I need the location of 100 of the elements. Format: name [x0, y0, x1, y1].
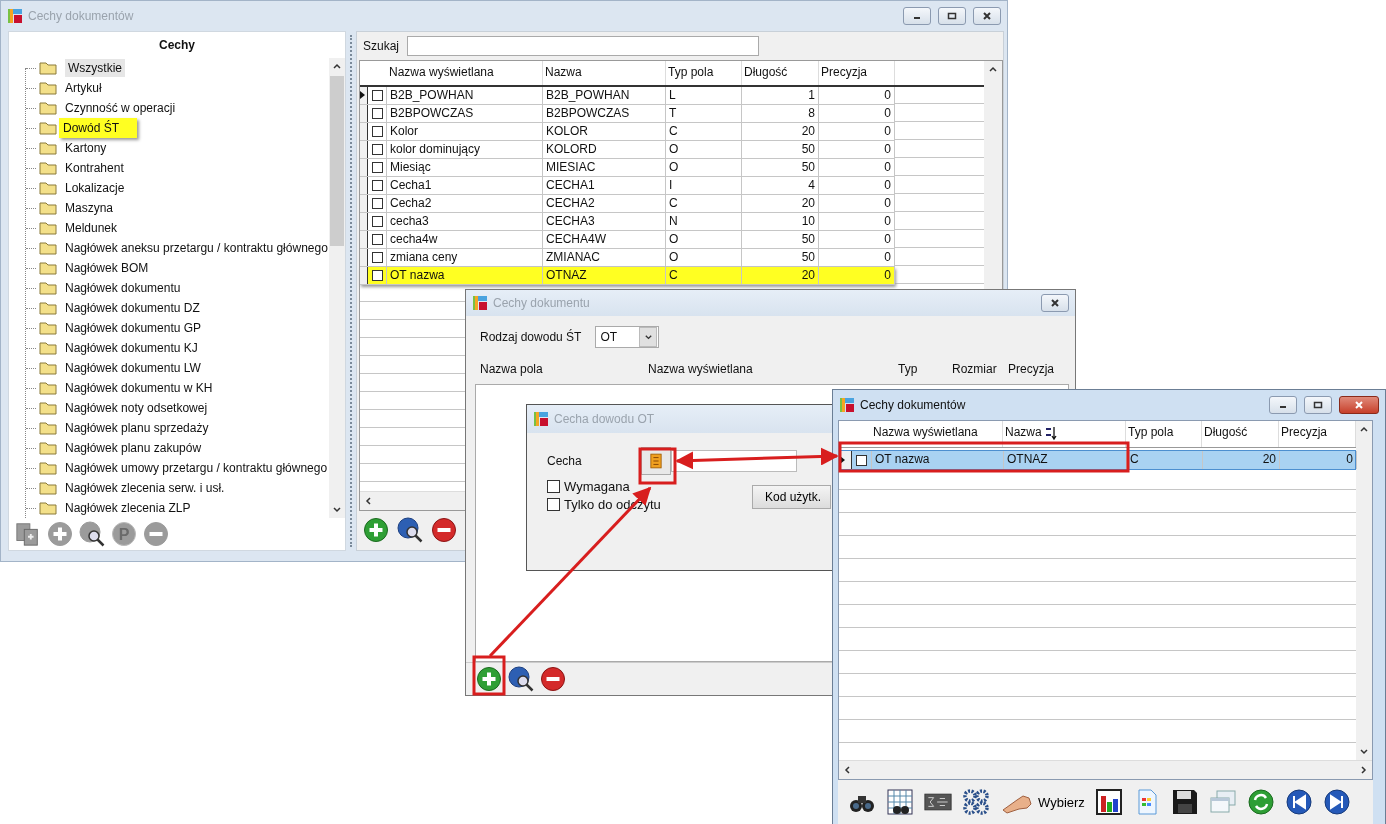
add-icon[interactable]: [363, 517, 389, 544]
folder-icon: [39, 101, 57, 115]
minimize-button[interactable]: [903, 7, 931, 25]
table-cell: 0: [819, 266, 895, 284]
table-cell: KOLOR: [543, 122, 666, 140]
tree-item[interactable]: Nagłówek planu sprzedaży: [62, 419, 212, 437]
column-header[interactable]: Długość: [742, 60, 819, 85]
maximize-button[interactable]: [938, 7, 966, 25]
bar-chart-icon[interactable]: [1094, 788, 1123, 816]
tree-item[interactable]: Nagłówek noty odsetkowej: [62, 399, 211, 417]
dropdown-caret-icon: [643, 332, 653, 342]
tree-item[interactable]: Meldunek: [62, 219, 121, 237]
checkbox[interactable]: [371, 215, 383, 227]
delete-icon[interactable]: [431, 517, 457, 544]
tree-item[interactable]: Nagłówek aneksu przetargu / kontraktu głównego: [62, 239, 329, 257]
app-icon: [533, 411, 549, 427]
column-header[interactable]: Nazwa wyświetlana: [871, 421, 1003, 447]
maximize-button[interactable]: [1304, 396, 1332, 414]
delete-icon[interactable]: [540, 666, 566, 692]
row-header[interactable]: [360, 194, 368, 212]
column-header[interactable]: Typ pola: [666, 60, 742, 85]
column-header[interactable]: Długość: [1202, 421, 1279, 447]
checkbox[interactable]: [371, 107, 383, 119]
close-button[interactable]: [973, 7, 1001, 25]
tree-item[interactable]: Nagłówek dokumentu KJ: [62, 339, 201, 357]
minimize-button[interactable]: [1269, 396, 1297, 414]
tree-item[interactable]: Kartony: [62, 139, 110, 157]
checkbox[interactable]: [371, 125, 383, 137]
field-label: Rodzaj dowodu ŚT: [480, 330, 582, 344]
checkbox[interactable]: [371, 89, 383, 101]
checkbox[interactable]: [371, 251, 383, 263]
row-header[interactable]: [360, 212, 368, 230]
close-button[interactable]: [1041, 294, 1069, 312]
gears-icon[interactable]: [962, 788, 990, 816]
table-cell: CECHA3: [543, 212, 666, 230]
row-header[interactable]: [360, 176, 368, 194]
row-header[interactable]: [360, 122, 368, 140]
checkbox[interactable]: [371, 143, 383, 155]
tree-item[interactable]: Nagłówek planu zakupów: [62, 439, 205, 457]
folder-icon: [39, 121, 57, 135]
tree-item[interactable]: Dowód ŚT: [59, 118, 138, 138]
row-header[interactable]: [360, 104, 368, 122]
checkbox[interactable]: [371, 179, 383, 191]
tree-item[interactable]: Nagłówek dokumentu LW: [62, 359, 204, 377]
table-cell: 50: [742, 158, 819, 176]
save-icon[interactable]: [1170, 788, 1199, 816]
column-header: Typ: [898, 362, 919, 378]
checkbox[interactable]: [856, 454, 867, 466]
column-header[interactable]: Precyzja: [819, 60, 895, 85]
column-header[interactable]: Nazwa: [543, 60, 666, 85]
magnifier-icon[interactable]: [508, 666, 534, 692]
tree-item[interactable]: Kontrahent: [62, 159, 127, 177]
row-header[interactable]: [360, 158, 368, 176]
refresh-icon[interactable]: [1246, 788, 1275, 816]
row-header[interactable]: [360, 230, 368, 248]
user-code-button[interactable]: Kod użytk.: [752, 485, 831, 509]
tree-item[interactable]: Lokalizacje: [62, 179, 128, 197]
row-header[interactable]: [360, 86, 368, 104]
tree-item[interactable]: Nagłówek BOM: [62, 259, 152, 277]
tree-item[interactable]: Nagłówek zlecenia ZLP: [62, 499, 194, 517]
checkbox[interactable]: [371, 269, 383, 281]
checkbox[interactable]: [547, 498, 560, 511]
tree-item[interactable]: Nagłówek zlecenia serw. i usł.: [62, 479, 228, 497]
last-record-icon[interactable]: [1322, 788, 1351, 816]
select-button[interactable]: Wybierz: [1000, 788, 1085, 816]
table-cell: OTNAZ: [1004, 451, 1127, 469]
tree-item[interactable]: Nagłówek umowy przetargu / kontraktu głównego: [62, 459, 329, 477]
magnifier-icon[interactable]: [397, 517, 423, 544]
checkbox[interactable]: [371, 161, 383, 173]
table-cell: Cecha2: [387, 194, 543, 212]
add-icon[interactable]: [476, 666, 502, 692]
search-field[interactable]: [407, 35, 760, 56]
field-label: Cecha: [547, 454, 583, 468]
row-header[interactable]: [360, 248, 368, 266]
tree-item[interactable]: Maszyna: [62, 199, 117, 217]
type-dropdown[interactable]: OT: [595, 326, 660, 348]
tree-item[interactable]: Nagłówek dokumentu w KH: [62, 379, 216, 397]
folder-icon: [39, 261, 57, 275]
column-header[interactable]: Nazwa wyświetlana: [387, 60, 543, 85]
first-record-icon[interactable]: [1284, 788, 1313, 816]
table-cell: 0: [819, 140, 895, 158]
table-row[interactable]: OT nazwa OTNAZ C 20 0: [839, 450, 1356, 470]
close-button[interactable]: [1339, 396, 1379, 414]
tree-item[interactable]: Artykuł: [62, 79, 105, 97]
tree-item[interactable]: Nagłówek dokumentu GP: [62, 319, 205, 337]
row-header[interactable]: [360, 266, 368, 284]
tree-item[interactable]: Nagłówek dokumentu DZ: [62, 299, 203, 317]
checkbox[interactable]: [371, 197, 383, 209]
tree-item[interactable]: Wszystkie: [65, 59, 125, 77]
tree-item[interactable]: Nagłówek dokumentu: [62, 279, 184, 297]
checkbox[interactable]: [547, 480, 560, 493]
scrollbar-thumb[interactable]: [330, 76, 344, 246]
column-header[interactable]: Typ pola: [1126, 421, 1202, 447]
table-cell: cecha3: [387, 212, 543, 230]
column-header[interactable]: Nazwa: [1003, 421, 1126, 447]
folder-icon: [39, 401, 57, 415]
tree-item[interactable]: Czynność w operacji: [62, 99, 179, 117]
grid-binoculars-icon[interactable]: [886, 788, 914, 816]
checkbox[interactable]: [371, 233, 383, 245]
row-header[interactable]: [360, 140, 368, 158]
